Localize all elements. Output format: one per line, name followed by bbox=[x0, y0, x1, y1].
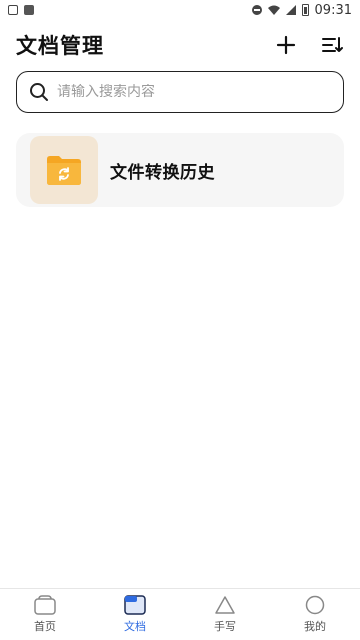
card-label: 文件转换历史 bbox=[110, 162, 215, 183]
status-time: 09:31 bbox=[314, 2, 352, 18]
plus-icon bbox=[276, 35, 296, 55]
header-actions bbox=[274, 33, 344, 57]
home-icon bbox=[34, 595, 56, 615]
nav-label-profile: 我的 bbox=[304, 620, 326, 633]
search-input[interactable] bbox=[57, 84, 331, 100]
dnd-icon bbox=[251, 5, 262, 15]
nav-item-handwriting[interactable]: 手写 bbox=[180, 589, 270, 640]
status-right: 09:31 bbox=[251, 2, 352, 18]
folder-sync-icon bbox=[47, 156, 81, 185]
nav-item-home[interactable]: 首页 bbox=[0, 589, 90, 640]
triangle-icon bbox=[215, 596, 235, 614]
text-a-icon bbox=[24, 5, 34, 15]
conversion-history-card[interactable]: 文件转换历史 bbox=[16, 133, 344, 207]
nav-item-profile[interactable]: 我的 bbox=[270, 589, 360, 640]
image-icon bbox=[8, 5, 18, 15]
nav-item-documents[interactable]: 文档 bbox=[90, 589, 180, 640]
header: 文档管理 bbox=[16, 30, 344, 60]
wifi-icon bbox=[267, 5, 280, 15]
battery-icon bbox=[301, 4, 309, 16]
document-icon bbox=[124, 595, 146, 615]
search-icon bbox=[30, 83, 48, 101]
sort-list-icon bbox=[322, 37, 343, 52]
profile-circle-icon bbox=[305, 595, 325, 615]
nav-label-documents: 文档 bbox=[124, 620, 146, 633]
nav-label-handwriting: 手写 bbox=[214, 620, 236, 633]
search-box[interactable] bbox=[16, 71, 344, 113]
status-bar: 09:31 bbox=[0, 0, 360, 20]
add-button[interactable] bbox=[274, 33, 298, 57]
bottom-nav: 首页 文档 手写 我的 bbox=[0, 588, 360, 640]
nav-label-home: 首页 bbox=[34, 620, 56, 633]
card-thumbnail bbox=[30, 136, 98, 204]
signal-icon bbox=[285, 5, 296, 15]
status-left bbox=[8, 5, 34, 15]
page-title: 文档管理 bbox=[16, 34, 104, 58]
sort-button[interactable] bbox=[320, 33, 344, 57]
